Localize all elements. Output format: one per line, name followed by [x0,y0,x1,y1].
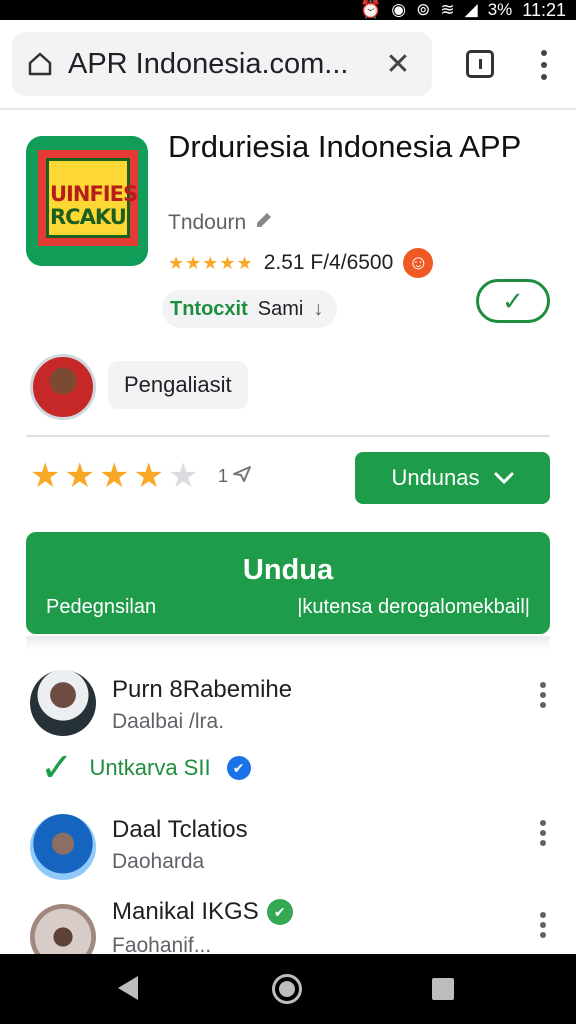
back-icon[interactable] [118,976,138,1000]
app-icon-text-2: RCAKU [50,205,127,229]
list-item-name: Purn 8Rabemihe [112,676,293,703]
hotspot-icon: ⊚ [416,0,431,19]
avatar[interactable] [30,354,96,420]
arrow-down-icon: ↓ [313,297,324,320]
rating-stars-small: ★★★★★ [168,252,254,273]
list-item-subtitle: Daalbai /lra. [112,710,225,733]
star-icon[interactable]: ★ [168,456,198,496]
install-chip-status: Tntocxit [170,297,248,320]
do-not-disturb-icon: ◉ [391,0,407,19]
avatar[interactable] [30,670,96,736]
more-vert-icon[interactable] [540,682,548,708]
list-item[interactable]: Purn 8Rabemihe Daalbai /lra. [0,668,576,758]
developer-row[interactable]: Tndourn [168,210,274,236]
list-item-subtitle: Daoharda [112,850,205,873]
download-dropdown-label: Undunas [391,465,480,490]
app-rating-row: ★★★★★ 2.51 F/4/6500 ☺ [168,248,434,278]
star-icon[interactable]: ★ [99,456,129,496]
divider [26,435,550,437]
wifi-icon: ≋ [440,0,455,19]
recents-icon[interactable] [432,978,454,1000]
verified-row: ✓ Untkarva SII ✔ [40,748,251,788]
check-toggle[interactable]: ✓ [476,279,550,323]
more-vert-icon[interactable] [540,820,548,846]
banner-shadow [26,636,550,650]
signal-icon: ◢ [464,0,478,19]
list-item-name: Daal Tclatios [112,816,248,843]
avatar[interactable] [30,814,96,880]
review-count: 1 [218,466,229,486]
home-button-icon[interactable] [272,974,302,1004]
verified-label: Untkarva SII [89,755,211,780]
more-vert-icon[interactable] [536,50,552,80]
address-bar[interactable]: APR Indonesia.com... ✕ [12,32,432,96]
download-dropdown-button[interactable]: Undunas [355,452,550,504]
more-vert-icon[interactable] [540,912,548,938]
edit-icon [254,210,274,236]
close-icon[interactable]: ✕ [378,47,418,82]
download-banner-right: |kutensa derogalomekbail| [297,596,530,618]
app-icon-text-1: UINFIES [50,182,138,206]
install-chip-label: Sami [257,297,304,320]
app-title: Drduriesia Indonesia APP [168,129,522,164]
verified-badge-icon: ✔ [266,899,293,925]
browser-toolbar: APR Indonesia.com... ✕ [0,20,576,110]
verified-badge-icon: ✔ [226,756,251,780]
app-icon[interactable]: UINFIES RCAKU [26,136,148,266]
send-icon [232,465,252,488]
chevron-down-icon [494,465,514,491]
clock: 11:21 [522,0,566,20]
download-banner-title: Undua [242,554,334,586]
developer-name[interactable]: Tndourn [168,211,246,235]
install-chip[interactable]: Tntocxit Sami ↓ [162,290,338,328]
tabs-icon[interactable] [466,50,494,78]
home-icon[interactable] [12,51,68,77]
status-bar: ⏰ ◉ ⊚ ≋ ◢ 3% 11:21 [0,0,576,20]
list-item-name: Manikal IKGS [112,898,259,925]
rating-stars[interactable]: ★ ★ ★ ★ ★ [30,456,198,496]
url-text[interactable]: APR Indonesia.com... [68,48,378,81]
system-nav-bar [0,954,576,1024]
list-item[interactable]: Daal Tclatios Daoharda [0,812,576,902]
battery-percent: 3% [487,0,513,19]
download-banner[interactable]: Undua Pedegnsilan |kutensa derogalomekba… [26,532,550,634]
star-icon[interactable]: ★ [133,456,163,496]
check-icon: ✓ [40,746,74,790]
list-item-name-row: Manikal IKGS ✔ [112,898,293,926]
review-count-row: 1 [218,465,252,488]
profile-chip[interactable]: Pengaliasit [108,361,248,409]
rating-count: 2.51 F/4/6500 [263,251,394,274]
emoji-badge-icon: ☺ [403,248,434,278]
download-banner-left: Pedegnsilan [46,596,157,618]
status-icons: ⏰ ◉ ⊚ ≋ ◢ 3% 11:21 [360,0,566,20]
alarm-icon: ⏰ [360,0,382,19]
star-icon[interactable]: ★ [64,456,94,496]
star-icon[interactable]: ★ [30,456,60,496]
